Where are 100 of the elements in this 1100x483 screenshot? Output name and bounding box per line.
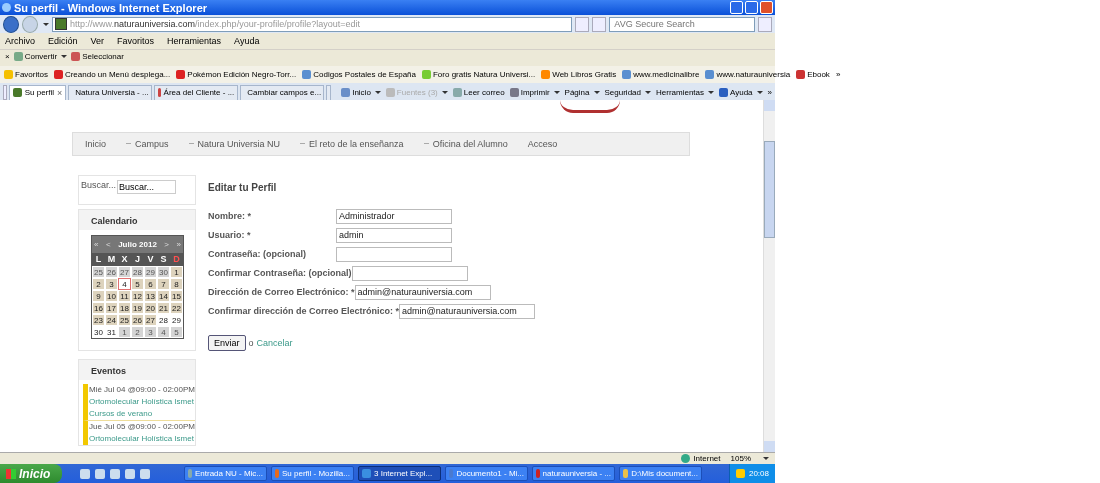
command-button[interactable]: Ayuda — [719, 87, 763, 97]
input-field[interactable]: admin@naturauniversia.com — [399, 303, 536, 319]
back-button[interactable] — [3, 15, 19, 33]
nav-link[interactable]: Campus — [126, 138, 169, 149]
command-button[interactable]: Inicio — [341, 87, 381, 97]
close-tab-button[interactable]: × — [57, 87, 63, 98]
quick-launch-icon[interactable] — [95, 468, 105, 479]
submit-button[interactable]: Enviar — [208, 334, 246, 351]
close-button[interactable] — [760, 1, 773, 15]
caret-icon — [756, 90, 763, 94]
zoom-button[interactable]: 105% — [730, 453, 751, 463]
browser-tab[interactable]: Natura Universia - ... — [68, 84, 153, 100]
browser-tab[interactable]: Su perfil × — [8, 84, 67, 100]
search-field[interactable]: Buscar... — [117, 179, 176, 194]
form-title: Editar tu Perfil — [208, 181, 278, 193]
more-button[interactable]: » — [767, 87, 772, 97]
toolbar-button[interactable]: Convertir — [13, 52, 68, 61]
favorites-link[interactable]: www.medicinalibre — [622, 70, 700, 80]
favorites-button[interactable]: Favoritos — [4, 70, 48, 80]
nav-link[interactable]: Oficina del Alumno — [423, 138, 508, 149]
menu-item[interactable]: Edición — [48, 36, 78, 47]
clock: 20:08 — [748, 469, 769, 478]
favorites-link[interactable]: Pokémon Edición Negro-Torr... — [176, 70, 297, 80]
browser-logo-icon — [2, 3, 11, 13]
field-label: Contraseña: (opcional) — [208, 249, 307, 260]
field-label: Confirmar dirección de Correo Electrónico: * — [208, 306, 400, 317]
field-label: Nombre: * — [208, 211, 252, 222]
menu-item[interactable]: Herramientas — [167, 36, 222, 47]
browser-tab[interactable]: Área del Cliente - ... — [154, 84, 239, 100]
caret-icon — [593, 90, 600, 94]
event-link[interactable]: Ortomolecular Holística Ismet — [89, 432, 195, 445]
command-button[interactable]: Herramientas — [656, 87, 714, 97]
event-link[interactable]: Ortomolecular Holística Ismet — [89, 395, 195, 408]
caret-icon — [374, 90, 381, 94]
security-zone: Internet — [681, 453, 721, 463]
caret-icon — [645, 90, 651, 94]
next-month-link[interactable]: > — [164, 239, 170, 249]
minimize-button[interactable] — [730, 1, 743, 15]
field-label: Usuario: * — [208, 230, 252, 241]
toolbar-button[interactable]: Seleccionar — [71, 52, 124, 61]
quick-launch-icon[interactable] — [80, 468, 90, 479]
prev-month-link[interactable]: < — [105, 239, 111, 249]
menu-item[interactable]: Favoritos — [117, 36, 155, 47]
refresh-button[interactable] — [575, 16, 590, 32]
menu-item[interactable]: Ver — [90, 36, 105, 47]
taskbar-button[interactable]: Su perfil - Mozilla... — [271, 466, 354, 481]
favorites-link[interactable]: Foro gratis Natura Universi... — [422, 70, 536, 80]
command-button[interactable]: Página — [564, 87, 600, 97]
favorites-link[interactable]: Web Libros Gratis — [541, 70, 617, 80]
field-label: Dirección de Correo Electrónico: * — [208, 287, 355, 298]
favorites-link[interactable]: Codigos Postales de España — [302, 70, 416, 80]
prev-year-link[interactable]: « — [94, 239, 99, 249]
weekday-label: X — [120, 254, 129, 265]
restore-button[interactable] — [745, 1, 758, 15]
start-button[interactable]: Inicio — [0, 464, 62, 483]
input-field[interactable]: Administrador — [336, 208, 452, 224]
taskbar-button[interactable]: Entrada NU - Mic... — [184, 466, 267, 481]
nav-link[interactable]: Inicio — [85, 138, 106, 149]
event-category-link[interactable]: Cursos de verano — [89, 407, 195, 420]
favorites-link[interactable]: Ebook — [796, 70, 830, 80]
input-field[interactable]: admin — [336, 227, 452, 243]
taskbar-button[interactable]: D:\Mis document... — [619, 466, 702, 481]
favorites-link[interactable]: www.naturauniversia — [705, 70, 791, 80]
command-button[interactable]: Leer correo — [452, 87, 505, 97]
cancel-link[interactable]: Cancelar — [256, 337, 293, 348]
caret-icon — [708, 90, 714, 94]
command-button[interactable]: Imprimir — [509, 87, 560, 97]
input-field[interactable] — [336, 246, 452, 262]
calendar-month: Julio 2012 — [118, 239, 157, 249]
nav-link[interactable]: Natura Universia NU — [188, 138, 281, 149]
command-button[interactable]: Seguridad — [604, 87, 651, 97]
taskbar-button[interactable]: 3 Internet Expl... — [358, 466, 441, 481]
menu-item[interactable]: Archivo — [5, 36, 35, 47]
menu-item[interactable]: Ayuda — [234, 36, 260, 47]
quick-tabs-button[interactable] — [3, 84, 7, 100]
weekday-label: V — [146, 254, 155, 265]
scrollbar[interactable] — [763, 99, 775, 452]
caret-icon — [553, 90, 560, 94]
input-field[interactable] — [351, 265, 468, 281]
input-field[interactable]: admin@naturauniversia.com — [354, 284, 491, 300]
taskbar-button[interactable]: Documento1 - Mi... — [445, 466, 528, 481]
more-button[interactable]: » — [835, 70, 841, 80]
caret-icon[interactable] — [43, 22, 50, 26]
browser-tab[interactable]: Cambiar campos e... — [240, 84, 325, 100]
search-label: Buscar... — [81, 179, 116, 190]
taskbar-button[interactable]: naturauniversia - ... — [532, 466, 615, 481]
quick-launch-icon[interactable] — [140, 468, 150, 479]
toolbar-close-button[interactable]: × — [5, 52, 10, 61]
search-field[interactable]: AVG Secure Search — [609, 16, 755, 32]
quick-launch-icon[interactable] — [125, 468, 135, 479]
caret-icon — [441, 90, 448, 94]
stop-button[interactable] — [592, 16, 607, 32]
field-label: Confirmar Contraseña: (opcional) — [208, 268, 352, 279]
quick-launch-icon[interactable] — [110, 468, 120, 479]
nav-link[interactable]: Acceso — [527, 138, 558, 149]
window-title: Su perfil - Windows Internet Explorer — [14, 1, 208, 14]
favorites-link[interactable]: Creando un Menú desplega... — [53, 70, 171, 80]
next-year-link[interactable]: » — [176, 239, 181, 249]
address-field[interactable]: http://www.naturauniversia.com/index.php/your-profile/profile?layout=edit — [52, 16, 573, 32]
nav-link[interactable]: El reto de la enseñanza — [300, 138, 404, 149]
